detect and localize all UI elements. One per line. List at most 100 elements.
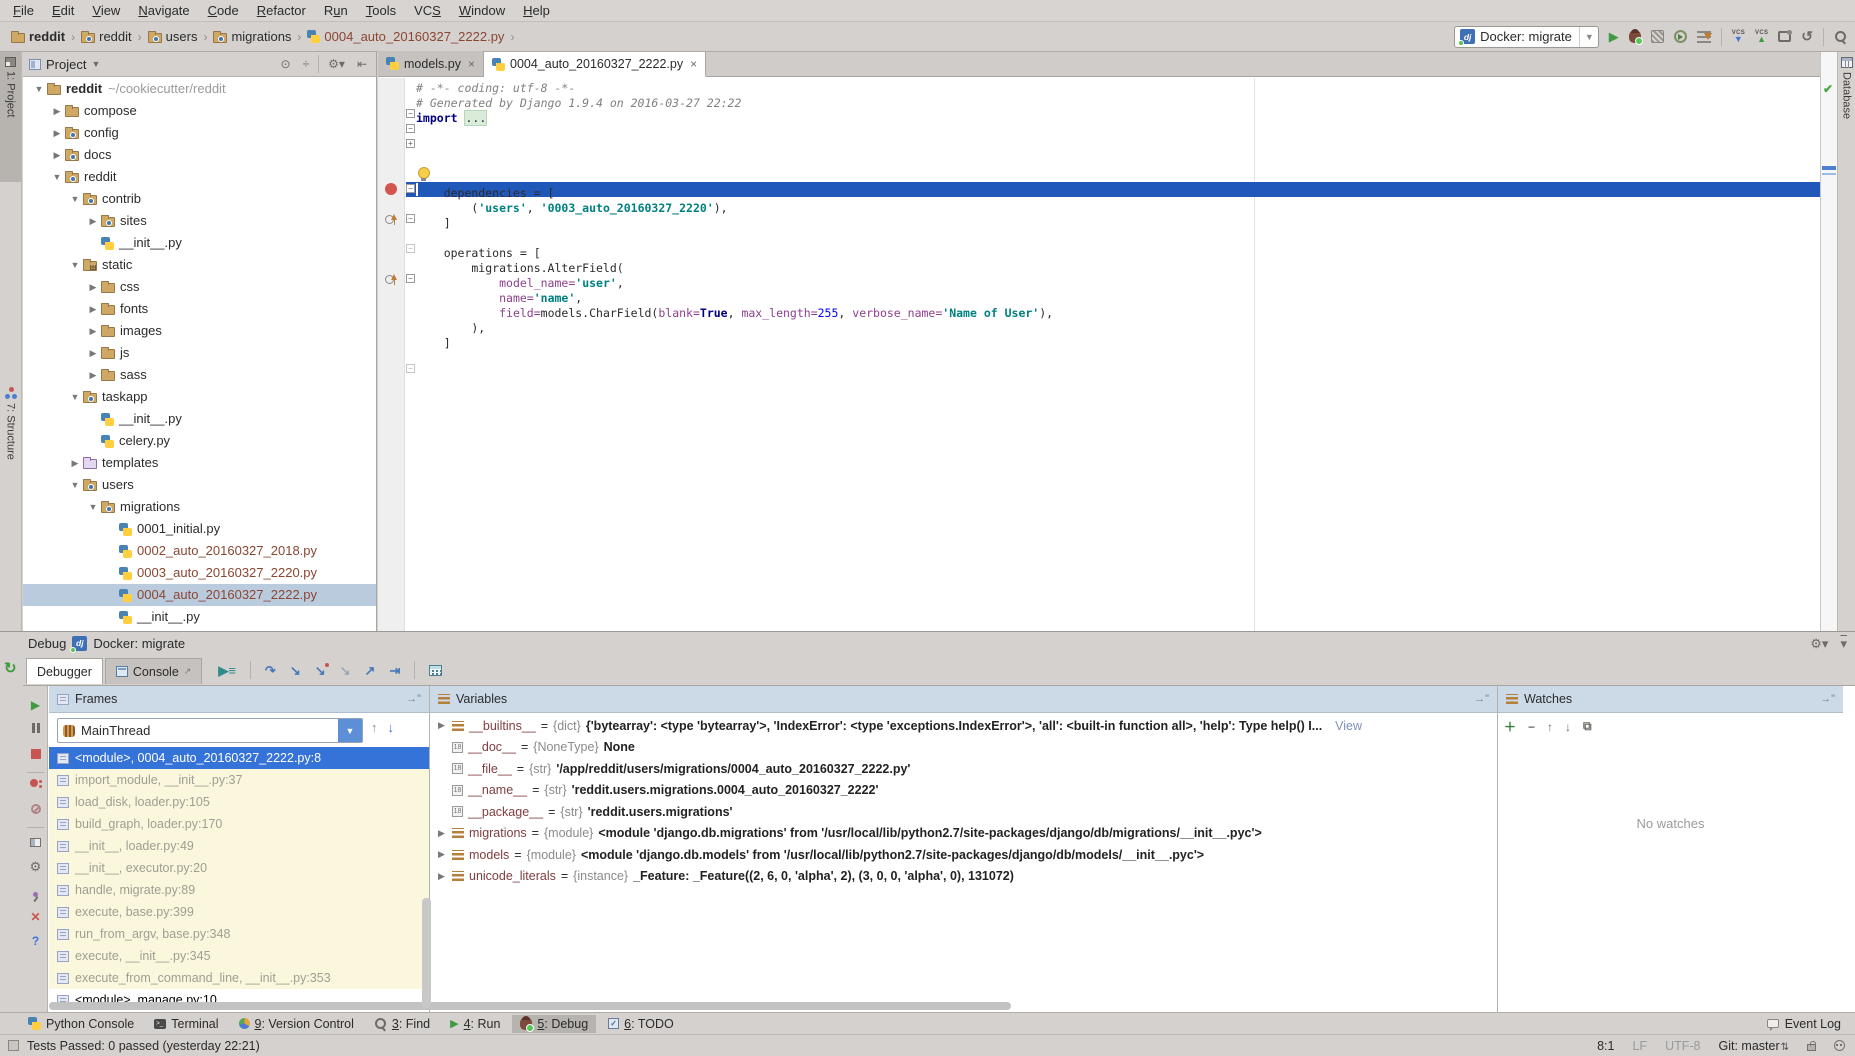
menu-item-tools[interactable]: Tools — [357, 1, 405, 20]
sidebar-item-database[interactable]: Database — [1838, 52, 1855, 162]
toolwindow-button-3-find[interactable]: 3: Find — [366, 1015, 438, 1033]
frame-row[interactable]: <module>, 0004_auto_20160327_2222.py:8 — [49, 747, 429, 769]
sidebar-item-structure[interactable]: 7: Structure — [0, 382, 21, 522]
stop-button[interactable] — [23, 748, 48, 762]
tree-item-fonts[interactable]: ▶fonts — [23, 298, 376, 320]
close-icon[interactable]: × — [690, 57, 697, 71]
view-breakpoints-button[interactable] — [23, 778, 48, 792]
tree-toggle-icon[interactable]: ▶ — [85, 364, 101, 386]
frame-row[interactable]: import_module, __init__.py:37 — [49, 769, 429, 791]
event-log-button[interactable]: Event Log — [1767, 1017, 1855, 1031]
expand-icon[interactable]: ▶ — [436, 720, 447, 731]
step-out-button[interactable]: ↗ — [365, 664, 376, 677]
breadcrumb-item[interactable]: reddit — [78, 28, 135, 45]
tree-toggle-icon[interactable]: ▼ — [67, 386, 83, 408]
tree-item-static[interactable]: ▼static — [23, 254, 376, 276]
settings-gear-icon[interactable]: ⚙ — [23, 860, 48, 874]
pause-button[interactable] — [23, 722, 48, 736]
encoding-indicator[interactable]: UTF-8 — [1665, 1039, 1700, 1053]
toolwindow-button-terminal[interactable]: >_Terminal — [146, 1015, 226, 1033]
rerun-button[interactable]: ↻ — [4, 659, 17, 677]
toolwindow-button-4-run[interactable]: ▶4: Run — [442, 1015, 508, 1033]
step-into-button[interactable]: ↘ — [290, 664, 301, 677]
force-step-into-button[interactable]: ↘ — [340, 664, 351, 677]
step-over-button[interactable]: ↷ — [265, 664, 276, 677]
tree-item--init-py[interactable]: __init__.py — [23, 232, 376, 254]
menu-item-navigate[interactable]: Navigate — [129, 1, 198, 20]
variable-row[interactable]: ▶unicode_literals = {instance} _Feature:… — [430, 866, 1497, 888]
fold-marker-icon[interactable]: − — [406, 109, 415, 118]
pin-tab-button[interactable] — [23, 886, 48, 900]
previous-frame-button[interactable]: ↑ — [371, 720, 378, 735]
inspections-hector-icon[interactable] — [1834, 1040, 1845, 1051]
remove-watch-button[interactable]: − — [1528, 720, 1535, 734]
breakpoint-icon[interactable] — [385, 183, 397, 195]
mute-breakpoints-button[interactable] — [23, 803, 48, 817]
git-branch-widget[interactable]: Git: master⇅ — [1718, 1039, 1789, 1053]
tree-toggle-icon[interactable]: ▼ — [31, 78, 47, 100]
expand-icon[interactable]: ▶ — [436, 871, 447, 882]
fold-marker-icon[interactable]: − — [406, 124, 415, 133]
caret-position[interactable]: 8:1 — [1597, 1039, 1614, 1053]
menu-item-file[interactable]: File — [4, 1, 43, 20]
vcs-update-button[interactable]: VCS▼ — [1732, 30, 1745, 44]
breadcrumb-item[interactable]: 0004_auto_20160327_2222.py — [304, 28, 507, 45]
hide-panel-icon[interactable]: ▾ — [1840, 637, 1847, 650]
coverage-button[interactable] — [1651, 30, 1664, 43]
menu-item-window[interactable]: Window — [450, 1, 514, 20]
tree-toggle-icon[interactable]: ▶ — [85, 342, 101, 364]
tree-toggle-icon[interactable]: ▶ — [49, 144, 65, 166]
tree-toggle-icon[interactable]: ▼ — [67, 188, 83, 210]
tree-item-templates[interactable]: ▶templates — [23, 452, 376, 474]
tree-item-celery-py[interactable]: celery.py — [23, 430, 376, 452]
tree-toggle-icon[interactable]: ▶ — [85, 298, 101, 320]
step-into-my-code-button[interactable]: ↘ — [315, 664, 326, 677]
run-to-cursor-button[interactable]: ⇥ — [389, 664, 400, 677]
tree-item-taskapp[interactable]: ▼taskapp — [23, 386, 376, 408]
toolwindow-button-python-console[interactable]: Python Console — [20, 1015, 142, 1033]
tree-item-0003-auto-20160327-2220-py[interactable]: 0003_auto_20160327_2220.py — [23, 562, 376, 584]
run-configuration-select[interactable]: dj Docker: migrate ▼ — [1454, 26, 1599, 48]
editor-tab-0004-auto-20160327-2222-py[interactable]: 0004_auto_20160327_2222.py× — [484, 52, 706, 77]
tree-item-contrib[interactable]: ▼contrib — [23, 188, 376, 210]
vertical-scrollbar[interactable] — [422, 898, 431, 1008]
move-watch-down-button[interactable]: ↓ — [1565, 720, 1571, 734]
tree-item-js[interactable]: ▶js — [23, 342, 376, 364]
tree-item-config[interactable]: ▶config — [23, 122, 376, 144]
tree-item-0002-auto-20160327-2018-py[interactable]: 0002_auto_20160327_2018.py — [23, 540, 376, 562]
pane-options-icon[interactable]: →" — [1474, 693, 1489, 705]
tree-item-0004-auto-20160327-2222-py[interactable]: 0004_auto_20160327_2222.py — [23, 584, 376, 606]
tree-item-compose[interactable]: ▶compose — [23, 100, 376, 122]
tree-toggle-icon[interactable]: ▶ — [85, 210, 101, 232]
search-everywhere-icon[interactable] — [1834, 30, 1847, 43]
run-with-settings-button[interactable] — [1697, 31, 1711, 43]
toolwindow-button-9-version-control[interactable]: 9: Version Control — [231, 1015, 362, 1033]
tab-console[interactable]: Console ↗ — [105, 658, 202, 684]
variable-row[interactable]: 18__name__ = {str} 'reddit.users.migrati… — [430, 780, 1497, 802]
restore-layout-button[interactable] — [23, 836, 48, 850]
intention-bulb-icon[interactable] — [418, 167, 429, 181]
fold-marker-icon[interactable]: − — [406, 364, 415, 373]
tree-toggle-icon[interactable]: ▼ — [49, 166, 65, 188]
fold-marker-icon[interactable]: − — [406, 214, 415, 223]
gutter-marker-icon[interactable] — [385, 274, 397, 285]
frame-row[interactable]: execute_from_command_line, __init__.py:3… — [49, 967, 429, 989]
frame-row[interactable]: load_disk, loader.py:105 — [49, 791, 429, 813]
hide-panel-button[interactable]: ⇤ — [354, 57, 370, 71]
menu-item-code[interactable]: Code — [199, 1, 248, 20]
tree-item-sites[interactable]: ▶sites — [23, 210, 376, 232]
tree-item-images[interactable]: ▶images — [23, 320, 376, 342]
tree-item-reddit[interactable]: ▼reddit~/cookiecutter/reddit — [23, 78, 376, 100]
frame-row[interactable]: run_from_argv, base.py:348 — [49, 923, 429, 945]
fold-marker-icon[interactable]: − — [406, 274, 415, 283]
close-icon[interactable]: × — [468, 57, 475, 71]
horizontal-scrollbar[interactable] — [49, 1002, 1011, 1010]
fold-marker-icon[interactable]: + — [406, 139, 415, 148]
vcs-changes-button[interactable] — [1778, 31, 1791, 42]
copy-watch-button[interactable]: ⧉ — [1583, 719, 1592, 734]
lock-icon[interactable] — [1807, 1044, 1816, 1051]
frame-row[interactable]: __init__, executor.py:20 — [49, 857, 429, 879]
tree-toggle-icon[interactable]: ▼ — [67, 254, 83, 276]
variable-row[interactable]: ▶migrations = {module} <module 'django.d… — [430, 823, 1497, 845]
tree-item--init-py[interactable]: __init__.py — [23, 408, 376, 430]
